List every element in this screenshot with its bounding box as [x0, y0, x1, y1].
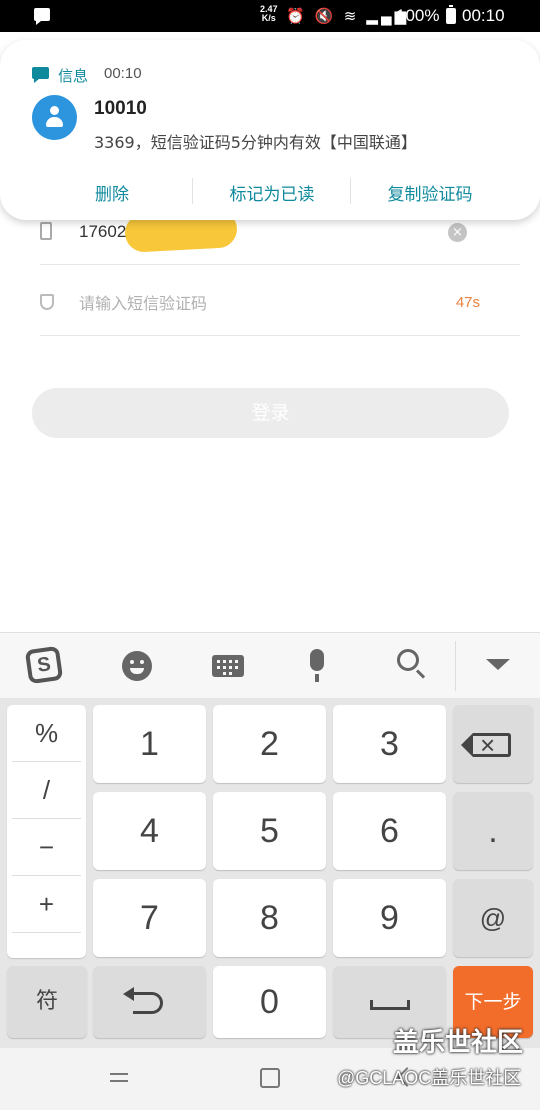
key-5[interactable]: 5 — [213, 792, 326, 870]
status-time: 00:10 — [462, 6, 505, 25]
recent-apps-icon[interactable] — [110, 1068, 130, 1088]
collapse-keyboard-icon[interactable] — [486, 659, 510, 670]
symbol-column: % / − + — [7, 705, 86, 958]
microphone-icon[interactable] — [310, 649, 324, 682]
delete-button[interactable]: 删除 — [62, 180, 162, 205]
phone-icon — [40, 222, 52, 240]
symbols-key[interactable]: 符 — [7, 966, 87, 1038]
battery-percent: 100% — [396, 6, 440, 25]
sogou-logo-icon[interactable]: S — [24, 645, 64, 685]
symbol-key[interactable]: − — [12, 819, 81, 876]
search-icon[interactable] — [397, 649, 419, 671]
undo-key[interactable] — [93, 966, 206, 1038]
key-0[interactable]: 0 — [213, 966, 326, 1038]
key-4[interactable]: 4 — [93, 792, 206, 870]
battery-icon — [446, 5, 456, 24]
status-icons: ⏰ 🔇 ≋ ▂▄▆ — [286, 8, 410, 25]
undo-icon — [123, 987, 163, 1014]
key-7[interactable]: 7 — [93, 879, 206, 957]
emoji-icon[interactable] — [122, 651, 152, 681]
sms-notification[interactable]: 信息 00:10 10010 3369，短信验证码5分钟内有效【中国联通】 删除… — [0, 40, 540, 220]
home-icon[interactable] — [260, 1068, 280, 1088]
copy-code-button[interactable]: 复制验证码 — [360, 180, 500, 205]
notification-body: 3369，短信验证码5分钟内有效【中国联通】 — [94, 133, 417, 152]
symbol-key[interactable]: / — [12, 762, 81, 819]
resend-countdown: 47s — [455, 294, 480, 311]
keyboard-icon[interactable] — [212, 655, 244, 677]
notification-app-name: 信息 — [58, 67, 89, 85]
shield-icon — [40, 294, 54, 310]
clear-icon[interactable]: × — [448, 223, 467, 242]
numeric-keyboard: % / − + 1 2 3 4 5 6 . 7 8 9 @ 符 0 下一步 — [0, 698, 540, 1048]
notification-sender: 10010 — [94, 98, 147, 119]
watermark-handle: @GCLAOC盖乐世社区 — [337, 1068, 522, 1088]
message-notification-icon — [34, 8, 50, 25]
mark-read-button[interactable]: 标记为已读 — [204, 180, 340, 205]
symbol-key[interactable]: + — [12, 876, 81, 933]
key-9[interactable]: 9 — [333, 879, 446, 957]
message-icon — [32, 67, 49, 83]
status-bar: 2.47 K/s ⏰ 🔇 ≋ ▂▄▆ 100% 00:10 — [0, 0, 540, 32]
key-6[interactable]: 6 — [333, 792, 446, 870]
backspace-icon — [461, 719, 511, 771]
contact-avatar-icon — [32, 95, 77, 140]
watermark-title: 盖乐世社区 — [393, 1028, 524, 1058]
key-3[interactable]: 3 — [333, 705, 446, 783]
sms-code-input[interactable] — [79, 290, 399, 316]
network-speed: 2.47 K/s — [260, 4, 278, 23]
key-8[interactable]: 8 — [213, 879, 326, 957]
key-2[interactable]: 2 — [213, 705, 326, 783]
notification-time: 00:10 — [104, 65, 142, 82]
space-icon — [370, 1000, 410, 1010]
action-divider — [192, 178, 193, 204]
backspace-key[interactable] — [453, 705, 533, 783]
at-key[interactable]: @ — [453, 879, 533, 957]
keyboard-toolbar: S — [0, 632, 540, 698]
symbol-key[interactable]: % — [12, 705, 81, 762]
dot-key[interactable]: . — [453, 792, 533, 870]
login-button[interactable]: 登录 — [32, 388, 509, 438]
phone-input[interactable]: 17602 — [79, 222, 126, 242]
key-1[interactable]: 1 — [93, 705, 206, 783]
code-row: 47s — [40, 272, 520, 336]
toolbar-divider — [455, 641, 456, 691]
action-divider — [350, 178, 351, 204]
